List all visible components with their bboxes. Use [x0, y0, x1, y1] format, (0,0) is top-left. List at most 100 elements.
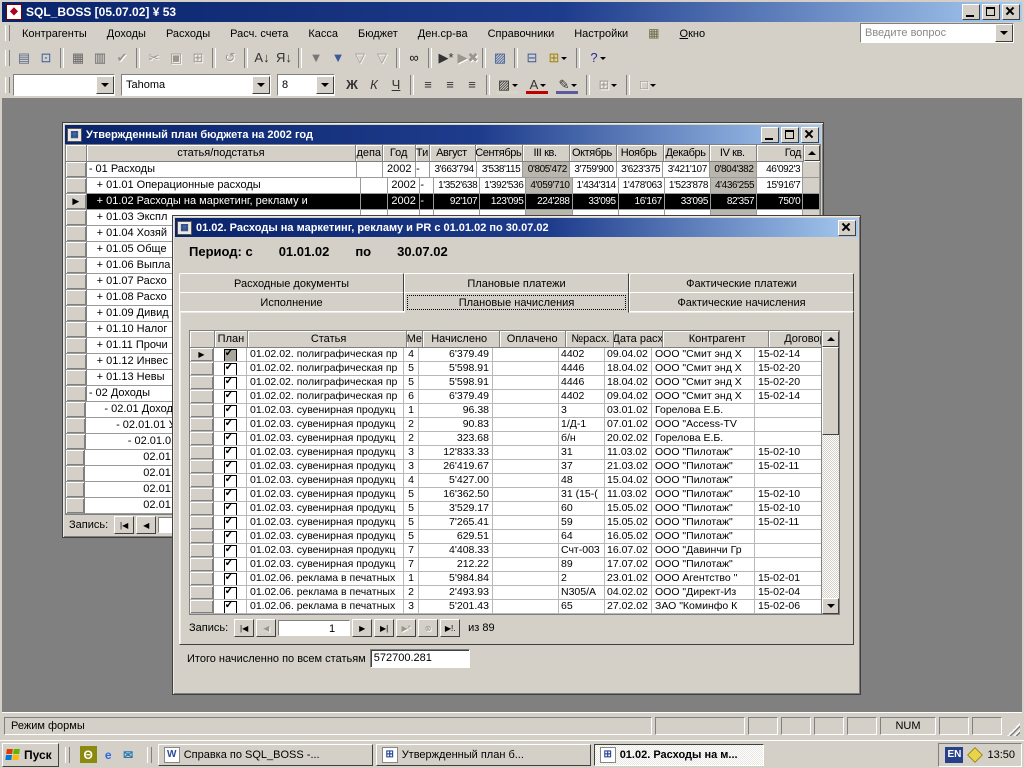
scroll-up-button[interactable]	[822, 331, 839, 347]
cell-yeartotal[interactable]: 46'092'3	[757, 162, 804, 178]
row-selector[interactable]	[66, 162, 87, 178]
cell-paid[interactable]	[493, 488, 559, 502]
format-button[interactable]	[626, 75, 630, 95]
cell-paid[interactable]	[493, 600, 559, 614]
cell-counterparty[interactable]: ООО "Смит энд Х	[652, 390, 755, 404]
row-selector[interactable]	[66, 386, 87, 402]
row-selector[interactable]	[190, 600, 214, 614]
row-selector[interactable]	[66, 354, 87, 370]
cell-dept[interactable]	[361, 194, 388, 210]
cell-article[interactable]: 01.02.03. сувенирная продукц	[247, 516, 404, 530]
table-row[interactable]: 01.02.03. сувенирная продукц 7 212.22 89…	[190, 558, 839, 572]
row-selector[interactable]	[66, 226, 87, 242]
cell-contract[interactable]: 15-02-10	[755, 502, 822, 516]
format-button[interactable]: ▨	[493, 74, 523, 96]
cell-month[interactable]: 5	[404, 516, 419, 530]
table-row[interactable]: 01.02.06. реклама в печатных 3 5'201.43 …	[190, 600, 839, 614]
cell-contract[interactable]	[755, 530, 822, 544]
format-button[interactable]: Ж	[341, 74, 363, 96]
cell-plan[interactable]	[214, 418, 247, 432]
format-button[interactable]: □	[633, 74, 663, 96]
row-selector[interactable]	[66, 290, 87, 306]
close-button[interactable]	[1002, 4, 1020, 20]
row-selector[interactable]	[66, 450, 85, 466]
cell-article[interactable]: 01.02.03. сувенирная продукц	[247, 530, 404, 544]
row-selector[interactable]	[66, 402, 86, 418]
plan-checkbox[interactable]	[224, 587, 237, 600]
cell-counterparty[interactable]: ООО "Пилотаж"	[652, 530, 755, 544]
tray-app-icon[interactable]	[968, 747, 984, 763]
cell-september[interactable]: 1'392'536	[480, 178, 526, 194]
cell-plan[interactable]	[214, 348, 247, 362]
cell-august[interactable]: 3'663'794	[430, 162, 477, 178]
cell-docdate[interactable]: 04.02.02	[605, 586, 652, 600]
column-header-september[interactable]: Сентябрь	[476, 145, 523, 162]
cell-docdate[interactable]: 15.04.02	[605, 474, 652, 488]
taskbar-window-button[interactable]: ⊞ Утвержденный план б...	[376, 744, 591, 766]
toolbar-button[interactable]	[212, 48, 216, 68]
cell-contract[interactable]: 15-02-11	[755, 516, 822, 530]
table-row[interactable]: 01.02.02. полиграфическая пр 6 6'379.49 …	[190, 390, 839, 404]
toolbar-button[interactable]	[482, 48, 486, 68]
minimize-button[interactable]	[761, 127, 779, 143]
cell-docnumber[interactable]: 4402	[559, 390, 605, 404]
table-row[interactable]: ▶ + 01.02 Расходы на маркетинг, рекламу …	[66, 194, 820, 210]
cell-plan[interactable]	[214, 390, 247, 404]
cell-accrued[interactable]: 12'833.33	[419, 446, 493, 460]
row-selector[interactable]	[190, 488, 214, 502]
cell-plan[interactable]	[214, 460, 247, 474]
cell-contract[interactable]	[755, 474, 822, 488]
table-row[interactable]: + 01.01 Операционные расходы 2002 - 1'35…	[66, 178, 820, 194]
scrollbar-thumb[interactable]	[822, 347, 839, 435]
cell-article[interactable]: 01.02.03. сувенирная продукц	[247, 460, 404, 474]
minimize-button[interactable]	[962, 4, 980, 20]
cell-december[interactable]: 33'095	[665, 194, 711, 210]
cell-type[interactable]: -	[416, 162, 430, 178]
row-selector[interactable]	[66, 258, 87, 274]
row-selector[interactable]	[190, 404, 214, 418]
format-button[interactable]: ≡	[461, 74, 483, 96]
cell-plan[interactable]	[214, 474, 247, 488]
cell-docnumber[interactable]: 48	[559, 474, 605, 488]
cell-docnumber[interactable]: 3	[559, 404, 605, 418]
cell-year[interactable]: 2002	[388, 194, 420, 210]
row-selector[interactable]	[190, 572, 214, 586]
table-row[interactable]: 01.02.06. реклама в печатных 1 5'984.84 …	[190, 572, 839, 586]
cell-october[interactable]: 33'095	[573, 194, 619, 210]
row-selector[interactable]	[66, 434, 86, 450]
cell-month[interactable]: 2	[404, 432, 419, 446]
total-accrued-input[interactable]: 572700.281	[370, 649, 470, 668]
tab[interactable]: Фактические начисления	[629, 292, 854, 313]
plan-checkbox[interactable]	[224, 545, 237, 558]
row-selector[interactable]	[190, 558, 214, 572]
plan-checkbox[interactable]	[224, 349, 237, 362]
cell-month[interactable]: 1	[404, 404, 419, 418]
cell-dept[interactable]	[361, 178, 388, 194]
table-row[interactable]: 01.02.03. сувенирная продукц 1 96.38 3 0…	[190, 404, 839, 418]
cell-counterparty[interactable]: ООО "Смит энд Х	[652, 376, 755, 390]
cell-counterparty[interactable]: ЗАО "Коминфо К	[652, 600, 755, 614]
menu-item[interactable]: Ден.ср-ва	[409, 23, 479, 43]
cell-docnumber[interactable]: 65	[559, 600, 605, 614]
plan-checkbox[interactable]	[224, 433, 237, 446]
cell-article[interactable]: 01.02.06. реклама в печатных	[247, 600, 404, 614]
cell-accrued[interactable]: 212.22	[419, 558, 493, 572]
tab[interactable]: Исполнение	[179, 292, 404, 313]
cell-article[interactable]: 01.02.03. сувенирная продукц	[247, 558, 404, 572]
cell-docdate[interactable]: 07.01.02	[605, 418, 652, 432]
cell-december[interactable]: 3'421'107	[663, 162, 710, 178]
cell-accrued[interactable]: 96.38	[419, 404, 493, 418]
row-selector[interactable]	[190, 530, 214, 544]
cell-contract[interactable]: 15-02-20	[755, 362, 822, 376]
cell-september[interactable]: 123'095	[480, 194, 526, 210]
toolbar-button[interactable]: ⊞	[187, 47, 209, 69]
plan-checkbox[interactable]	[224, 503, 237, 516]
cell-plan[interactable]	[214, 488, 247, 502]
taskbar-grip[interactable]	[65, 747, 70, 763]
column-header-q4[interactable]: IV кв.	[710, 145, 757, 162]
format-button[interactable]: ≡	[417, 74, 439, 96]
cell-accrued[interactable]: 323.68	[419, 432, 493, 446]
plan-checkbox[interactable]	[224, 391, 237, 404]
plan-checkbox[interactable]	[224, 489, 237, 502]
cell-counterparty[interactable]: ООО "Пилотаж"	[652, 502, 755, 516]
